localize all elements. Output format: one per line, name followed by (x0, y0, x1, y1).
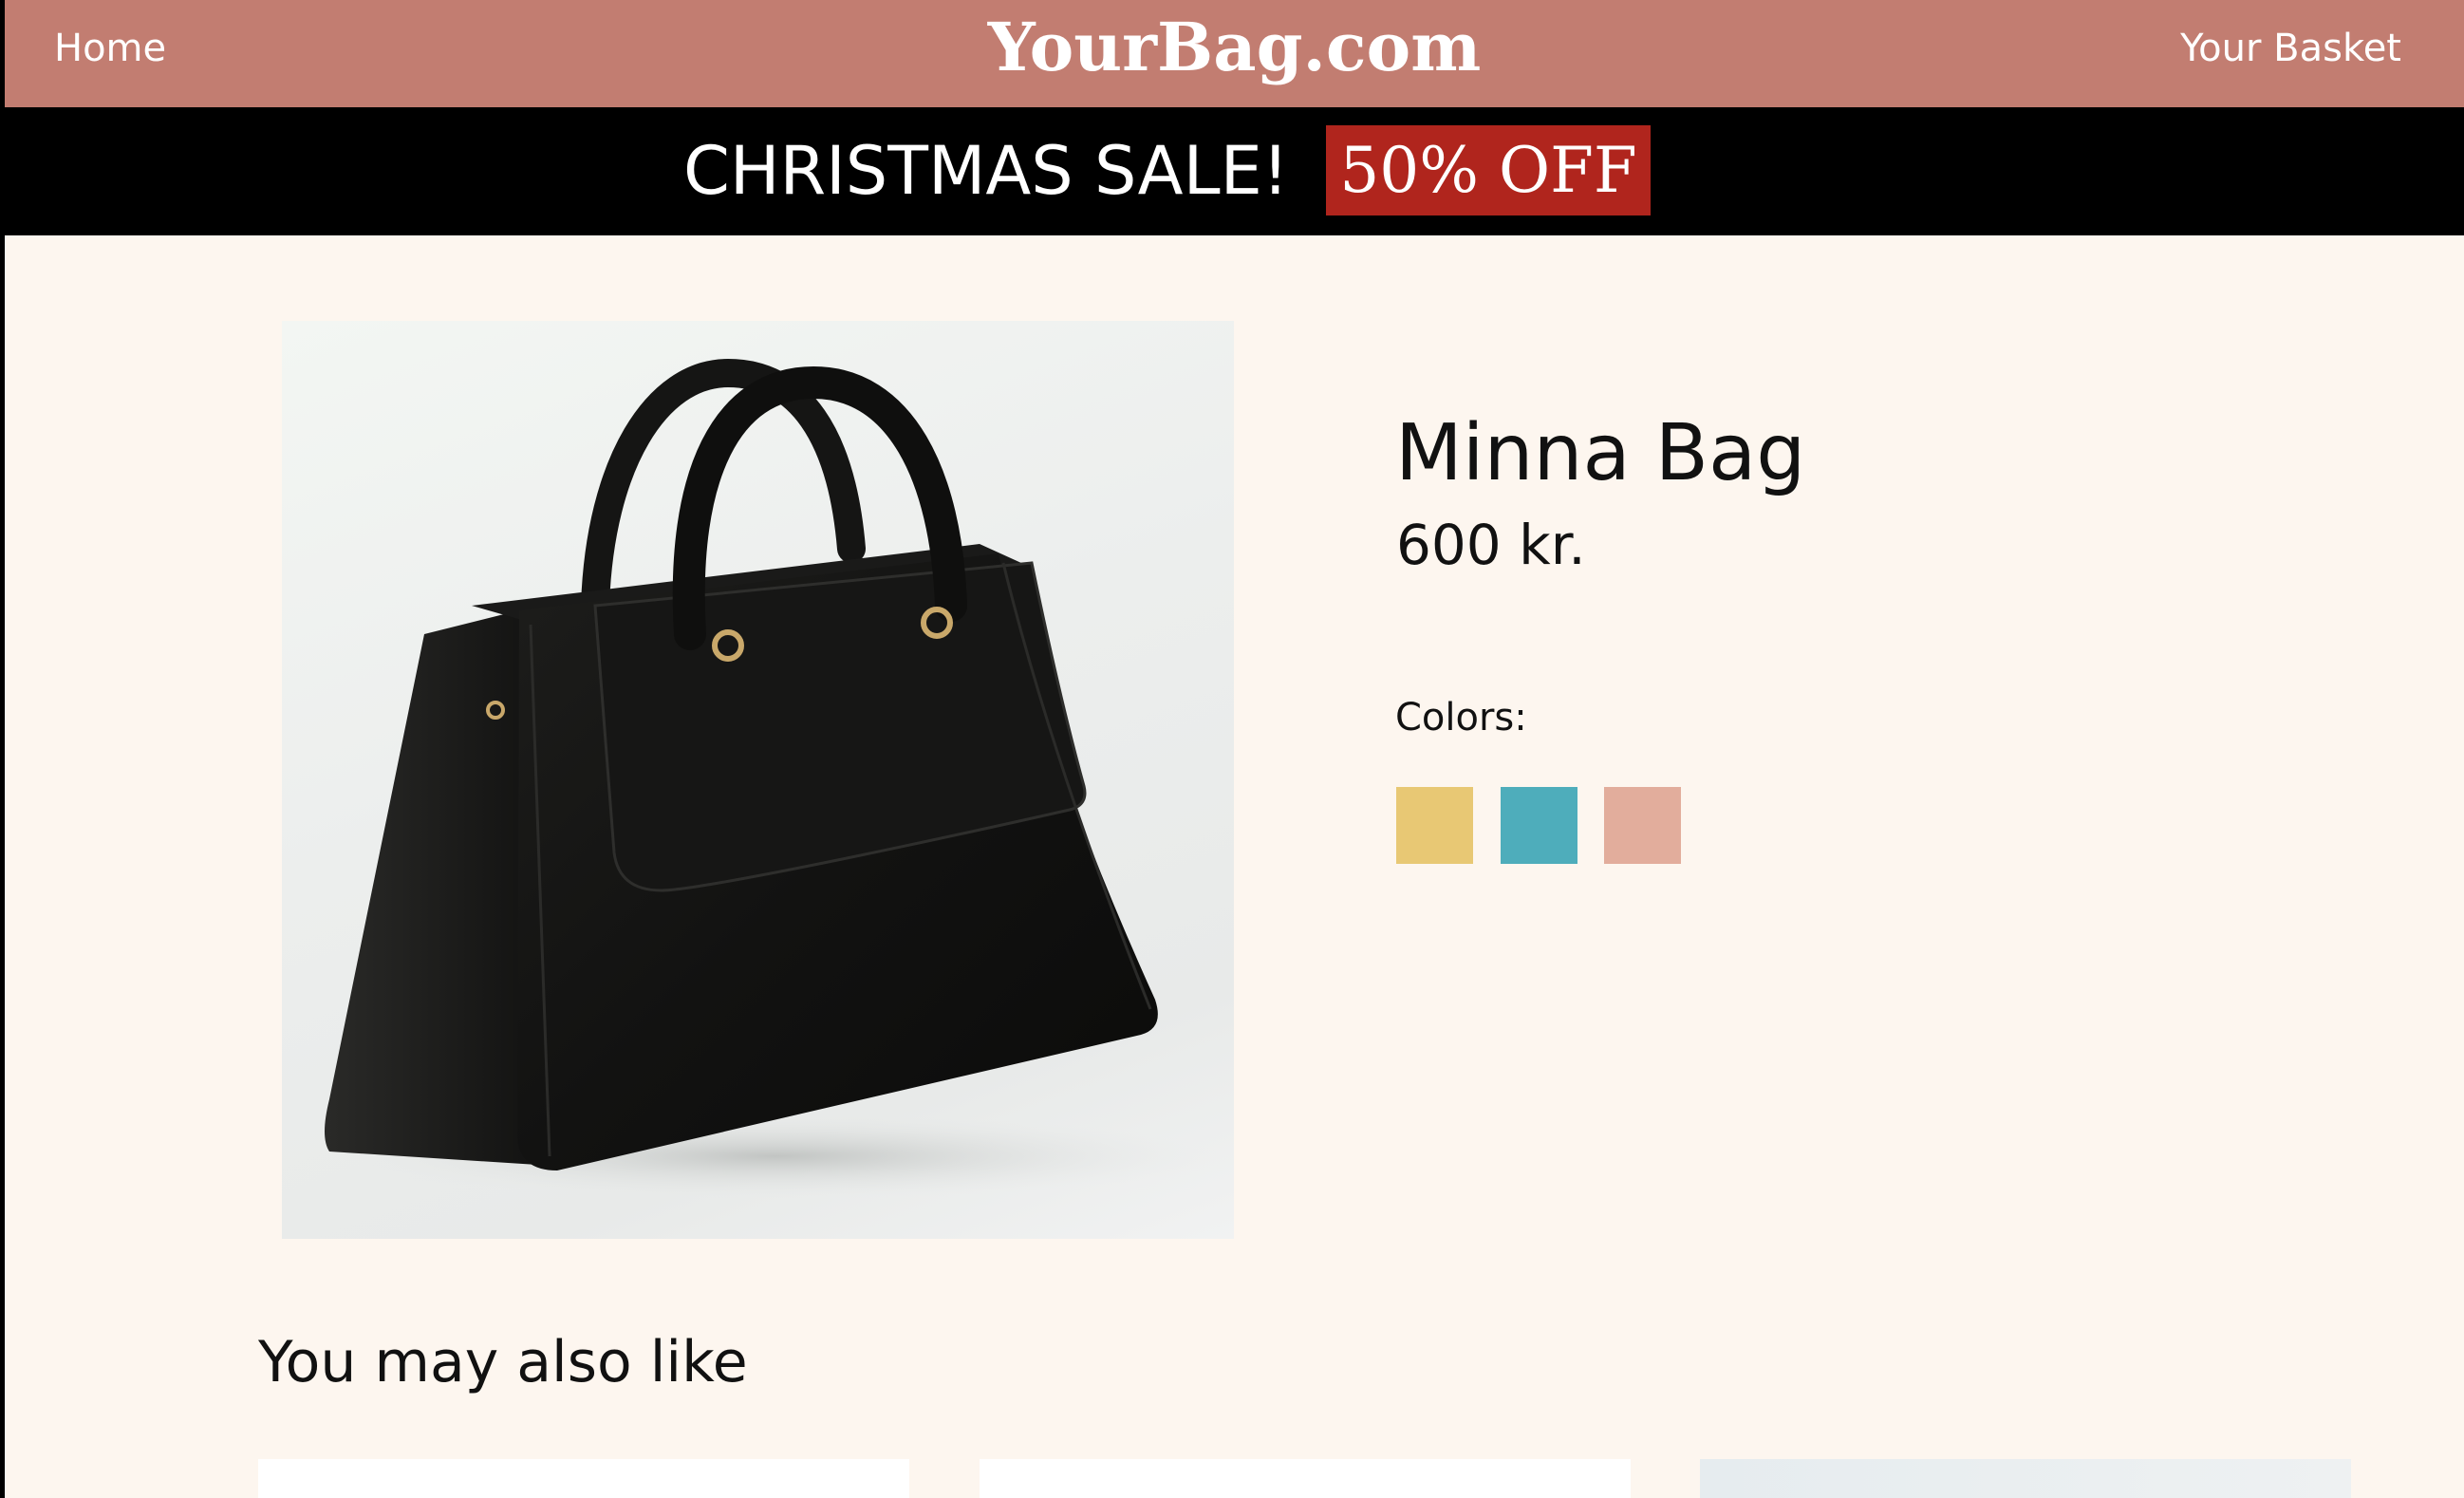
recommendation-card[interactable] (1700, 1459, 2351, 1498)
discount-badge-text: 50% OFF (1339, 134, 1637, 207)
basket-link[interactable]: Your Basket (2180, 27, 2401, 70)
handbag-photo (325, 358, 1222, 1199)
sale-banner-text: CHRISTMAS SALE! (683, 132, 1289, 210)
product-image (282, 321, 1234, 1239)
color-swatch-pink[interactable] (1604, 787, 1681, 864)
top-nav-bar: Home YourBag.com Your Basket (5, 0, 2464, 107)
site-logo[interactable]: YourBag.com (5, 8, 2464, 86)
product-name: Minna Bag (1395, 408, 1806, 498)
color-swatch-teal[interactable] (1501, 787, 1577, 864)
recommendations-heading: You may also like (258, 1329, 748, 1395)
product-page: Home YourBag.com Your Basket CHRISTMAS S… (0, 0, 2464, 1498)
recommendation-card[interactable] (258, 1459, 909, 1498)
product-price: 600 kr. (1396, 513, 1586, 577)
discount-badge: 50% OFF (1326, 125, 1651, 215)
recommendation-card[interactable] (980, 1459, 1631, 1498)
color-swatch-yellow[interactable] (1396, 787, 1473, 864)
colors-label: Colors: (1395, 696, 1527, 740)
